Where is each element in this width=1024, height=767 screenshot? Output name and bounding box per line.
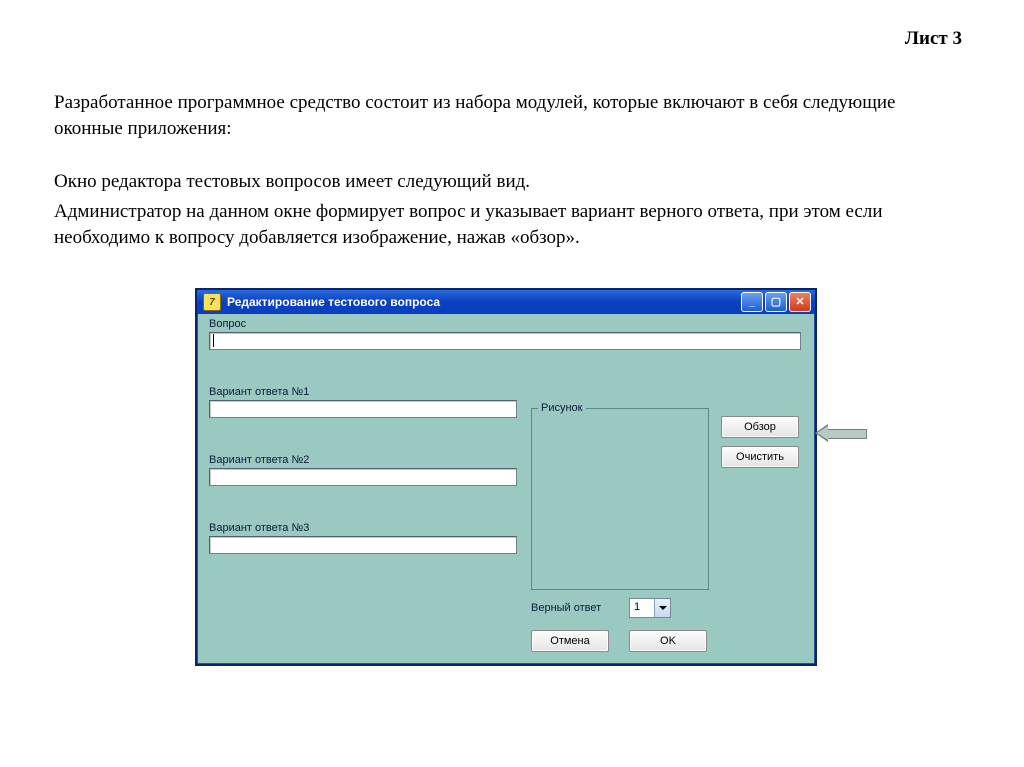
paragraph-win-desc-1: Окно редактора тестовых вопросов имеет с…: [54, 169, 964, 195]
clear-button[interactable]: Очистить: [721, 446, 799, 468]
window-title: Редактирование тестового вопроса: [227, 295, 739, 309]
answer3-input[interactable]: [209, 536, 517, 554]
maximize-icon: ▢: [771, 297, 781, 308]
answer2-input[interactable]: [209, 468, 517, 486]
answer2-label: Вариант ответа №2: [209, 454, 309, 466]
titlebar[interactable]: 7 Редактирование тестового вопроса _ ▢ ✕: [197, 290, 815, 314]
question-label: Вопрос: [209, 318, 246, 330]
minimize-icon: _: [749, 297, 755, 308]
cancel-button[interactable]: Отмена: [531, 630, 609, 652]
picture-groupbox: Рисунок: [531, 408, 709, 590]
question-input[interactable]: [209, 332, 801, 350]
client-area: Вопрос Вариант ответа №1 Вариант ответа …: [201, 316, 811, 660]
answer1-label: Вариант ответа №1: [209, 386, 309, 398]
correct-answer-combo[interactable]: 1: [629, 598, 671, 618]
combo-arrow[interactable]: [654, 599, 670, 617]
close-icon: ✕: [795, 297, 804, 308]
minimize-button[interactable]: _: [741, 292, 763, 312]
picture-group-label: Рисунок: [538, 402, 586, 414]
close-button[interactable]: ✕: [789, 292, 811, 312]
ok-button[interactable]: OK: [629, 630, 707, 652]
answer1-input[interactable]: [209, 400, 517, 418]
browse-button[interactable]: Обзор: [721, 416, 799, 438]
page-header: Лист 3: [905, 28, 962, 50]
callout-arrow: [815, 424, 865, 442]
window-wrapper: 7 Редактирование тестового вопроса _ ▢ ✕…: [195, 288, 829, 662]
document-body: Разработанное программное средство состо…: [54, 90, 964, 254]
paragraph-intro: Разработанное программное средство состо…: [54, 90, 964, 141]
chevron-down-icon: [659, 606, 667, 610]
app-icon: 7: [203, 293, 221, 311]
edit-test-question-window: 7 Редактирование тестового вопроса _ ▢ ✕…: [195, 288, 817, 666]
correct-answer-label: Верный ответ: [531, 602, 601, 614]
answer3-label: Вариант ответа №3: [209, 522, 309, 534]
maximize-button[interactable]: ▢: [765, 292, 787, 312]
paragraph-win-desc-2: Администратор на данном окне формирует в…: [54, 199, 964, 250]
correct-answer-value: 1: [630, 599, 654, 617]
